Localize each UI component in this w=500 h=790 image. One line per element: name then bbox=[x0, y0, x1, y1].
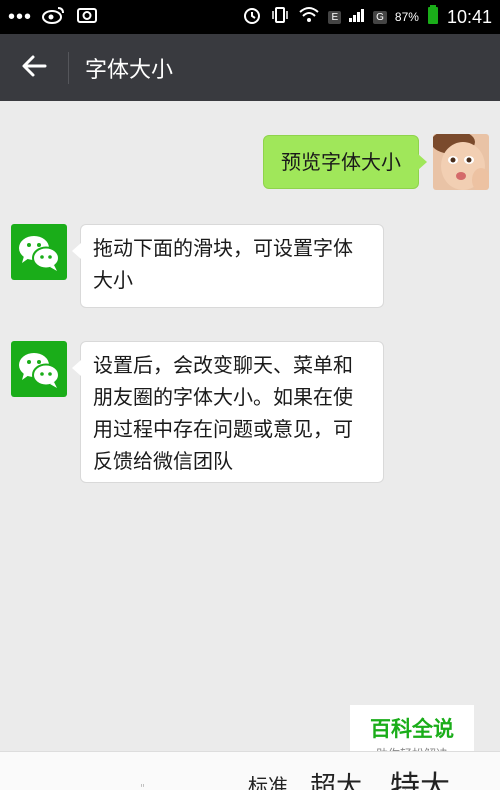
sent-message-bubble: 预览字体大小 bbox=[263, 135, 427, 189]
watermark-title: 百科全说 bbox=[370, 717, 454, 741]
battery-percent: 87% bbox=[394, 10, 419, 24]
font-size-slider-panel[interactable]: " 标准 超大 特大 bbox=[0, 751, 500, 790]
arrow-left-icon bbox=[21, 54, 47, 82]
size-label-standard: 标准 bbox=[248, 774, 288, 790]
faint-mark: " bbox=[140, 782, 146, 790]
chat-preview-area: 预览字体大小 拖动下面的滑块，可设置字体大小 设置后，会改变聊天、菜单和朋友圈的… bbox=[0, 101, 500, 751]
network-e-indicator: E bbox=[328, 10, 342, 24]
page-title: 字体大小 bbox=[85, 57, 174, 83]
back-button[interactable] bbox=[0, 34, 68, 101]
message-text: 拖动下面的滑块，可设置字体大小 bbox=[93, 236, 353, 292]
signal-icon bbox=[349, 8, 365, 27]
size-label-large: 超大 bbox=[310, 772, 363, 790]
wechat-avatar[interactable] bbox=[11, 224, 67, 280]
weibo-icon bbox=[42, 5, 66, 30]
wifi-icon bbox=[298, 6, 320, 29]
alarm-icon bbox=[242, 5, 262, 30]
clock-time: 10:41 bbox=[446, 6, 492, 27]
title-bar: 字体大小 bbox=[0, 34, 500, 101]
wechat-logo-icon bbox=[11, 236, 67, 284]
battery-icon bbox=[427, 4, 439, 30]
notification-dots: ••• bbox=[8, 6, 33, 28]
size-label-extra-large: 特大 bbox=[390, 770, 450, 790]
vibrate-icon bbox=[270, 5, 290, 30]
wechat-logo-icon bbox=[11, 353, 67, 401]
message-text: 设置后，会改变聊天、菜单和朋友圈的字体大小。如果在使用过程中存在问题或意见，可反… bbox=[93, 353, 353, 473]
received-message-bubble: 设置后，会改变聊天、菜单和朋友圈的字体大小。如果在使用过程中存在问题或意见，可反… bbox=[72, 341, 384, 483]
title-divider bbox=[68, 51, 69, 84]
network-g-indicator: G bbox=[373, 10, 387, 24]
status-bar: ••• E G 87% 10:41 bbox=[0, 0, 500, 34]
received-message-bubble: 拖动下面的滑块，可设置字体大小 bbox=[72, 224, 384, 308]
message-text: 预览字体大小 bbox=[281, 150, 401, 174]
wechat-avatar[interactable] bbox=[11, 341, 67, 397]
camera-icon bbox=[76, 5, 98, 30]
user-avatar[interactable] bbox=[433, 134, 489, 190]
